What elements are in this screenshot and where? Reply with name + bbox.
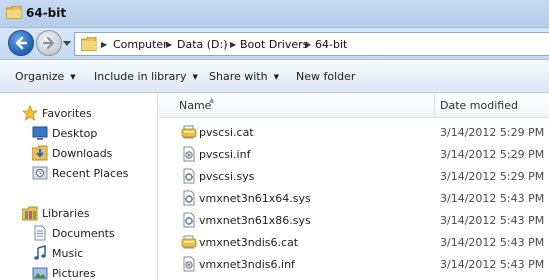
file-date-modified: 3/14/2012 5:29 PM (440, 148, 545, 161)
column-date-modified[interactable]: Date modified (440, 99, 518, 112)
nav-label: Desktop (52, 127, 98, 140)
pictures-icon (32, 267, 48, 280)
chevron-down-icon: ▼ (273, 73, 279, 81)
file-date-modified: 3/14/2012 5:29 PM (440, 126, 545, 139)
nav-label: Favorites (42, 107, 92, 120)
nav-recent-places[interactable]: Recent Places (0, 163, 158, 183)
file-date-modified: 3/14/2012 5:43 PM (440, 236, 545, 249)
new-folder-button[interactable]: New folder (296, 70, 355, 83)
breadcrumb-separator[interactable]: ▶ (166, 40, 172, 49)
address-box[interactable]: ▶ Computer ▶ Data (D:) ▶ Boot Drivers ▶ … (74, 32, 549, 56)
chevron-down-icon: ▼ (192, 73, 198, 81)
recent-pages-dropdown[interactable] (63, 39, 71, 47)
star-icon (22, 105, 38, 121)
navigation-pane: Favorites Desktop Downloads Recent Place… (0, 94, 158, 280)
documents-icon (34, 225, 46, 241)
file-row[interactable]: pvscsi.sys 3/14/2012 5:29 PM (159, 165, 549, 187)
forward-button[interactable] (36, 30, 62, 56)
nav-favorites[interactable]: Favorites (0, 103, 158, 123)
libraries-icon (22, 206, 38, 221)
nav-downloads[interactable]: Downloads (0, 143, 158, 163)
file-name: vmxnet3ndis6.inf (199, 258, 295, 271)
catalog-icon (181, 235, 197, 249)
file-name: vmxnet3n61x64.sys (199, 192, 311, 205)
breadcrumb-boot-drivers[interactable]: Boot Drivers (240, 38, 308, 51)
nav-label: Recent Places (52, 167, 129, 180)
nav-documents[interactable]: Documents (0, 223, 158, 243)
file-date-modified: 3/14/2012 5:29 PM (440, 170, 545, 183)
breadcrumb-separator[interactable]: ▶ (230, 40, 236, 49)
system-file-icon (183, 212, 195, 228)
nav-pictures[interactable]: Pictures (0, 263, 158, 280)
file-name: pvscsi.cat (199, 126, 254, 139)
nav-label: Downloads (52, 147, 113, 160)
file-name: vmxnet3ndis6.cat (199, 236, 299, 249)
setup-info-icon (183, 256, 195, 272)
system-file-icon (183, 168, 195, 184)
folder-icon (81, 37, 97, 51)
file-row[interactable]: pvscsi.inf 3/14/2012 5:29 PM (159, 143, 549, 165)
column-name[interactable]: Name (179, 99, 211, 112)
file-name: vmxnet3n61x86.sys (199, 214, 311, 227)
file-date-modified: 3/14/2012 5:43 PM (440, 258, 545, 271)
include-in-library-label: Include in library (94, 70, 187, 83)
breadcrumb-separator[interactable]: ▶ (101, 40, 107, 49)
file-row[interactable]: vmxnet3ndis6.inf 3/14/2012 5:43 PM (159, 253, 549, 275)
file-name: pvscsi.sys (199, 170, 255, 183)
share-with-button[interactable]: Share with ▼ (209, 70, 279, 83)
file-row[interactable]: vmxnet3ndis6.cat 3/14/2012 5:43 PM (159, 231, 549, 253)
forward-arrow-icon (42, 36, 55, 50)
breadcrumb-64-bit[interactable]: 64-bit (315, 38, 347, 51)
breadcrumb-separator[interactable]: ▶ (305, 40, 311, 49)
nav-libraries[interactable]: Libraries (0, 203, 158, 223)
nav-desktop[interactable]: Desktop (0, 123, 158, 143)
back-button[interactable] (8, 30, 34, 56)
nav-label: Music (52, 247, 84, 260)
file-name: pvscsi.inf (199, 148, 251, 161)
catalog-icon (181, 125, 197, 139)
breadcrumb-computer[interactable]: Computer (113, 38, 168, 51)
nav-music[interactable]: Music (0, 243, 158, 263)
desktop-icon (32, 126, 48, 140)
setup-info-icon (183, 146, 195, 162)
breadcrumb-data-drive[interactable]: Data (D:) (177, 38, 228, 51)
column-divider[interactable] (434, 94, 435, 118)
recent-places-icon (32, 166, 48, 180)
file-date-modified: 3/14/2012 5:43 PM (440, 214, 545, 227)
system-file-icon (183, 190, 195, 206)
chevron-down-icon: ▼ (70, 73, 76, 81)
window-title: 64-bit (26, 6, 67, 20)
file-row[interactable]: vmxnet3n61x86.sys 3/14/2012 5:43 PM (159, 209, 549, 231)
downloads-folder-icon (32, 145, 48, 161)
file-row[interactable]: pvscsi.cat 3/14/2012 5:29 PM (159, 121, 549, 143)
address-bar-area: ▶ Computer ▶ Data (D:) ▶ Boot Drivers ▶ … (0, 28, 549, 60)
include-in-library-button[interactable]: Include in library ▼ (94, 70, 198, 83)
sort-ascending-icon: ▲ (209, 96, 215, 104)
nav-label: Libraries (42, 207, 90, 220)
command-toolbar: Organize ▼ Include in library ▼ Share with… (0, 61, 549, 93)
back-arrow-icon (15, 36, 28, 50)
folder-icon (6, 6, 22, 19)
organize-label: Organize (15, 70, 65, 83)
nav-label: Documents (52, 227, 115, 240)
music-icon (34, 245, 46, 260)
file-row[interactable]: vmxnet3n61x64.sys 3/14/2012 5:43 PM (159, 187, 549, 209)
title-bar: 64-bit (0, 0, 549, 28)
nav-label: Pictures (52, 267, 96, 280)
file-list: Name ▲ Date modified pvscsi.cat 3/14/2012… (159, 94, 549, 280)
share-with-label: Share with (209, 70, 268, 83)
column-header: Name ▲ Date modified (159, 94, 549, 118)
organize-button[interactable]: Organize ▼ (15, 70, 76, 83)
file-date-modified: 3/14/2012 5:43 PM (440, 192, 545, 205)
